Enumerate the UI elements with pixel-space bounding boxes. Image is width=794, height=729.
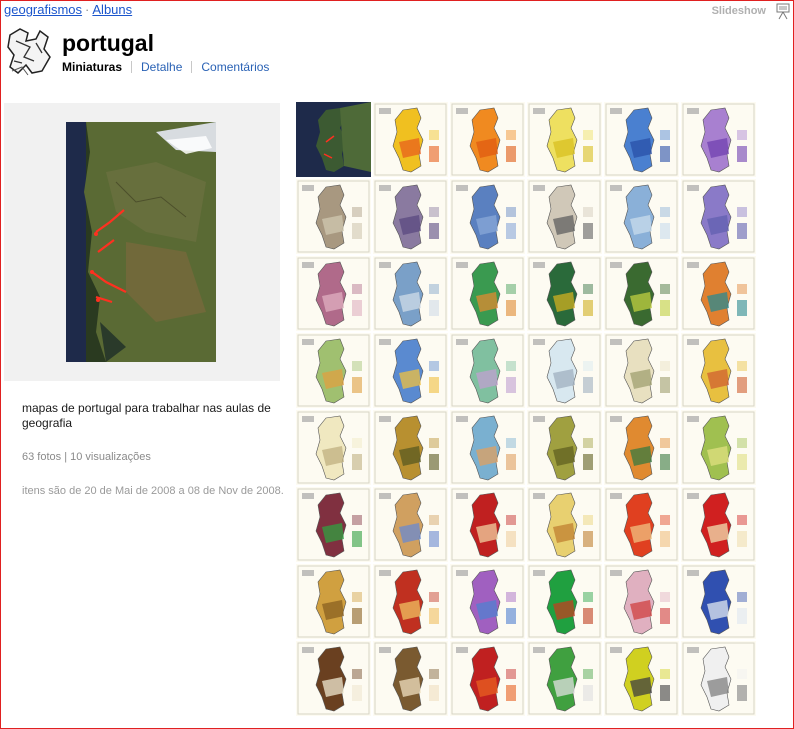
photo-thumbnail[interactable] [373, 179, 448, 254]
photo-thumbnail[interactable] [296, 410, 371, 485]
photo-thumbnail[interactable] [527, 102, 602, 177]
photo-thumbnail[interactable] [604, 179, 679, 254]
photo-thumbnail[interactable] [450, 179, 525, 254]
photo-thumbnail[interactable] [604, 487, 679, 562]
tab-miniaturas[interactable]: Miniaturas [62, 60, 122, 74]
photo-thumbnail[interactable] [527, 333, 602, 408]
photo-thumbnail[interactable] [373, 333, 448, 408]
photo-thumbnail[interactable] [296, 564, 371, 639]
photo-thumbnail[interactable] [681, 179, 756, 254]
user-avatar-sketch-icon[interactable] [6, 27, 52, 77]
view-tabs: Miniaturas Detalhe Comentários [62, 60, 269, 74]
photo-thumbnail[interactable] [527, 564, 602, 639]
tab-comentarios[interactable]: Comentários [201, 60, 269, 74]
album-stats: 63 fotos | 10 visualizações [22, 451, 151, 463]
photo-thumbnail[interactable] [450, 564, 525, 639]
tab-detalhe[interactable]: Detalhe [141, 60, 182, 74]
album-title: portugal [62, 30, 154, 56]
breadcrumb-albums-link[interactable]: Albuns [92, 2, 132, 17]
photo-thumbnail[interactable] [373, 410, 448, 485]
tab-divider [131, 61, 133, 73]
thumbnail-grid [296, 102, 790, 728]
photo-thumbnail[interactable] [681, 333, 756, 408]
photo-thumbnail[interactable] [373, 256, 448, 331]
breadcrumb-separator: · [85, 2, 90, 17]
breadcrumb: geografismos · Albuns [4, 2, 132, 17]
photo-thumbnail[interactable] [296, 487, 371, 562]
photo-thumbnail[interactable] [296, 256, 371, 331]
photo-thumbnail[interactable] [604, 641, 679, 716]
photo-thumbnail[interactable] [681, 564, 756, 639]
photo-thumbnail[interactable] [604, 564, 679, 639]
album-cover-image[interactable] [66, 122, 216, 362]
photo-thumbnail[interactable] [450, 641, 525, 716]
photo-thumbnail[interactable] [604, 333, 679, 408]
photo-thumbnail[interactable] [681, 487, 756, 562]
photo-thumbnail[interactable] [604, 256, 679, 331]
photo-thumbnail[interactable] [450, 333, 525, 408]
photo-thumbnail[interactable] [527, 487, 602, 562]
slideshow-icon[interactable] [776, 2, 790, 20]
photo-thumbnail[interactable] [527, 256, 602, 331]
album-date-range: itens são de 20 de Mai de 2008 a 08 de N… [22, 485, 284, 497]
photo-thumbnail[interactable] [450, 102, 525, 177]
slideshow-link[interactable]: Slideshow [712, 5, 766, 17]
photo-thumbnail[interactable] [527, 179, 602, 254]
tab-divider [191, 61, 193, 73]
photo-thumbnail[interactable] [681, 102, 756, 177]
photo-thumbnail[interactable] [296, 179, 371, 254]
album-description: mapas de portugal para trabalhar nas aul… [22, 401, 271, 430]
photo-thumbnail[interactable] [296, 641, 371, 716]
photo-thumbnail[interactable] [681, 256, 756, 331]
photo-thumbnail[interactable] [296, 102, 371, 177]
photo-thumbnail[interactable] [373, 641, 448, 716]
photo-thumbnail[interactable] [681, 641, 756, 716]
photo-thumbnail[interactable] [527, 641, 602, 716]
photo-thumbnail[interactable] [450, 487, 525, 562]
photo-thumbnail[interactable] [604, 410, 679, 485]
photo-thumbnail[interactable] [527, 410, 602, 485]
breadcrumb-user-link[interactable]: geografismos [4, 2, 82, 17]
photo-thumbnail[interactable] [604, 102, 679, 177]
photo-thumbnail[interactable] [681, 410, 756, 485]
photo-thumbnail[interactable] [373, 564, 448, 639]
photo-thumbnail[interactable] [373, 487, 448, 562]
photo-thumbnail[interactable] [373, 102, 448, 177]
photo-thumbnail[interactable] [296, 333, 371, 408]
photo-thumbnail[interactable] [450, 410, 525, 485]
photo-thumbnail[interactable] [450, 256, 525, 331]
album-cover-panel [4, 103, 280, 381]
